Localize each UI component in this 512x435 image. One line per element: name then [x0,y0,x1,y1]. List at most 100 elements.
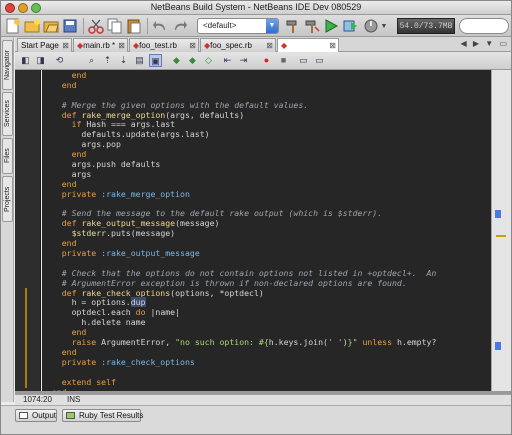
code-token: raise [42,337,102,348]
tab-foo-spec-rb[interactable]: ◆foo_spec.rb ⊠ [200,38,276,52]
code-token: dup [130,297,146,308]
code-token: private [42,356,102,367]
code-line: private :rake_merge_option [42,188,491,200]
code-token: end [42,327,87,338]
code-editor[interactable]: end end # Merge the given options with t… [42,70,491,391]
output-icon [19,412,28,419]
line-number-gutter[interactable] [15,70,41,391]
tab-label: Start Page [21,41,59,50]
tab-main-rb[interactable]: ◆main.rb * ⊠ [73,38,128,52]
tab-label: foo_test.rb [139,41,177,50]
files-tab[interactable]: Files [2,138,13,174]
code-token: === [106,119,131,130]
back-icon[interactable]: ◧ [19,54,32,67]
stop-macro-icon[interactable]: ■ [277,54,290,67]
change-bar [25,288,27,388]
ruby-test-results-tab[interactable]: Ruby Test Results [62,409,143,422]
code-token: h.empty? [396,337,437,348]
forward-icon[interactable]: ◨ [34,54,47,67]
code-token: # Send the message to the default rake o… [42,208,383,219]
tab-active-file[interactable]: ◆ ⊠ [277,38,339,52]
find-next-icon[interactable]: ⇣ [117,54,130,67]
code-token: do [135,307,146,318]
error-stripe-mark [495,342,501,350]
paste-icon[interactable] [125,17,143,35]
window-title: NetBeans Build System - NetBeans IDE Dev… [150,2,362,12]
insert-mode: INS [67,395,81,404]
main-toolbar: <default> ▼ ▼ 54.0/73.7MB [1,15,511,37]
services-tab[interactable]: Services [2,92,13,136]
uncomment-icon[interactable]: ▭ [313,54,326,67]
tab-navigation-icons[interactable]: ◀ ▶ ▼ ▭ [461,39,509,48]
code-line: end [42,79,491,91]
output-tab[interactable]: Output [15,409,57,422]
code-token: ArgumentError [101,337,166,348]
code-token: (message) [175,218,220,229]
toggle-bookmark-icon[interactable]: ◇ [202,54,215,67]
comment-icon[interactable]: ▭ [297,54,310,67]
code-line: raise ArgumentError, "no such option: #{… [42,337,491,348]
save-all-icon[interactable] [61,17,79,35]
close-icon[interactable]: ⊠ [329,39,336,52]
status-bar: 1074:20 INS [15,394,511,405]
code-token: rake_check_options [81,287,171,298]
close-icon[interactable]: ⊠ [118,39,125,52]
tab-foo-test-rb[interactable]: ◆foo_test.rb ⊠ [129,38,199,52]
chevron-down-icon: ▼ [266,19,278,33]
previous-bookmark-icon[interactable]: ◆ [170,54,183,67]
shift-left-icon[interactable]: ⇤ [221,54,234,67]
tab-start-page[interactable]: Start Page ⊠ [17,38,72,52]
code-token: end [42,79,77,90]
code-token: "no such option: #{ [175,337,269,348]
open-project-icon[interactable] [42,17,60,35]
redo-icon[interactable] [171,17,189,35]
code-token: extend [42,376,97,387]
find-previous-icon[interactable]: ⇡ [101,54,114,67]
navigator-tab[interactable]: Navigator [2,40,13,90]
toggle-rect-select-icon[interactable]: ▣ [149,54,162,67]
code-line: $stderr.puts(message) [42,228,491,239]
close-icon[interactable]: ⊠ [189,39,196,52]
start-macro-icon[interactable]: ● [260,54,273,67]
run-icon[interactable] [322,17,340,35]
code-line: extend self [42,376,491,388]
debug-icon[interactable] [341,17,359,35]
code-token: args.pop [42,139,121,150]
code-token: end [42,70,87,80]
code-line: args.push defaults [42,159,491,170]
configuration-select[interactable]: <default> ▼ [197,18,279,34]
next-bookmark-icon[interactable]: ◆ [186,54,199,67]
copy-icon[interactable] [106,17,124,35]
profile-icon[interactable] [362,17,380,35]
code-token: end [42,178,77,189]
memory-indicator[interactable]: 54.0/73.7MB [397,18,455,34]
code-line: private :rake_output_message [42,248,491,259]
code-token: Hash [86,119,107,130]
code-token: , [165,337,176,348]
dropdown-arrow-icon[interactable]: ▼ [379,17,389,35]
code-token: end [42,238,77,249]
projects-tab[interactable]: Projects [2,176,13,222]
error-stripe-mark [496,235,506,237]
close-icon[interactable]: ⊠ [266,39,273,52]
side-window-bar: Navigator Services Files Projects [1,37,14,402]
code-token: optdecl.each [42,307,136,318]
code-token: unless [357,337,397,348]
cut-icon[interactable] [87,17,105,35]
new-project-icon[interactable] [23,17,41,35]
code-token: # Check that the options do not contain … [42,267,437,278]
code-token: :rake_merge_option [101,188,190,199]
undo-icon[interactable] [151,17,169,35]
shift-right-icon[interactable]: ⇥ [237,54,250,67]
toggle-highlight-icon[interactable]: ▤ [133,54,146,67]
new-file-icon[interactable] [4,17,22,35]
search-input[interactable] [459,18,509,34]
code-token: h.delete name [42,317,146,328]
close-icon[interactable]: ⊠ [62,39,69,52]
build-hammer-icon[interactable] [284,17,302,35]
clean-build-icon[interactable] [303,17,321,35]
code-token: end [42,149,87,160]
history-icon[interactable]: ⟲ [53,54,66,67]
vertical-scrollbar[interactable] [491,70,511,391]
find-icon[interactable]: ⌕ [85,54,98,67]
